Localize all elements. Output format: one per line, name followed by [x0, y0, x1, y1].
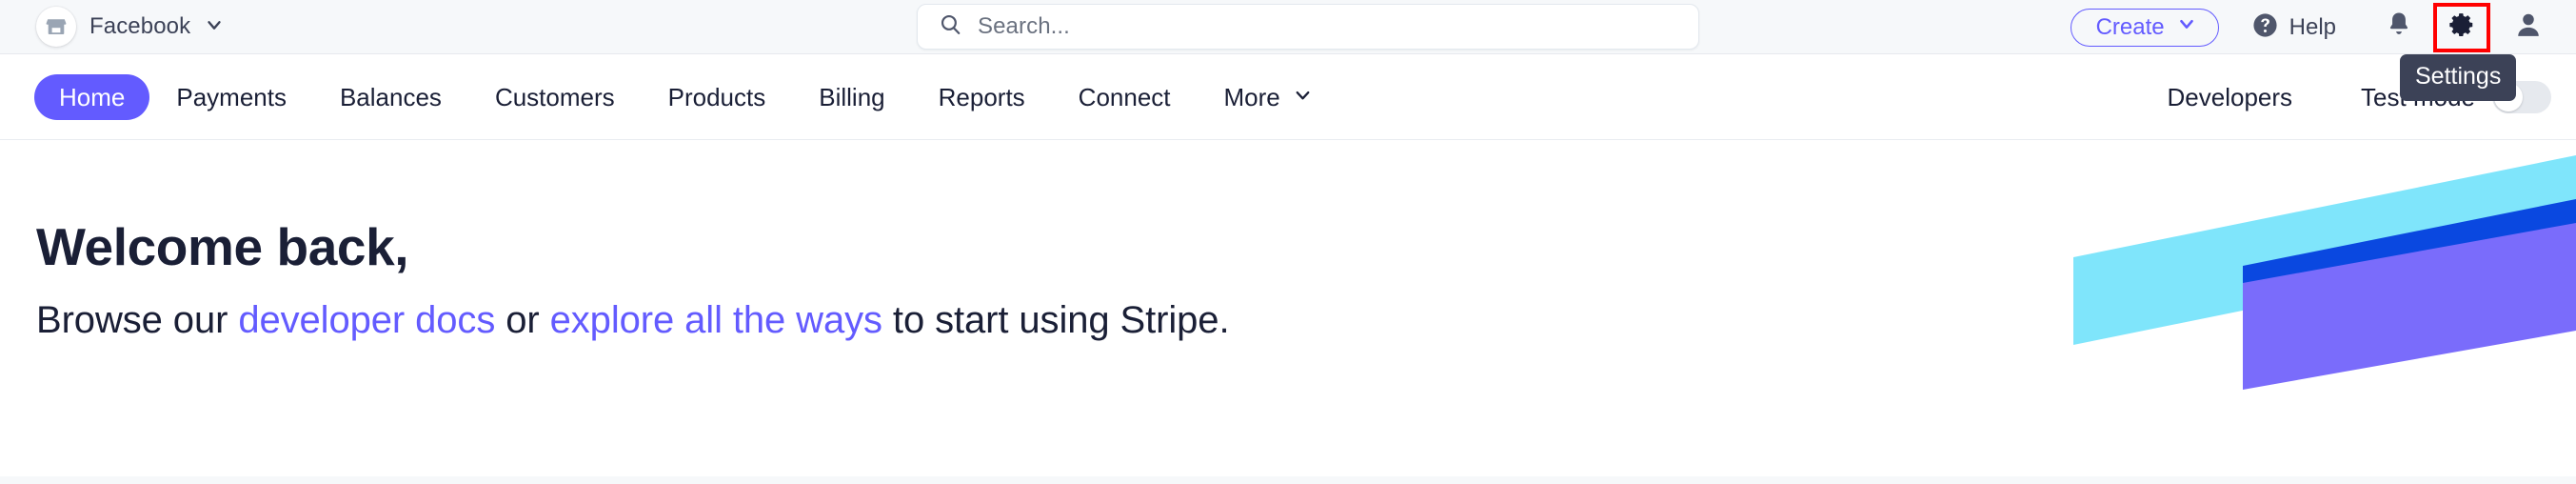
developers-link[interactable]: Developers: [2168, 83, 2293, 112]
top-bar-actions: Create Help: [2070, 0, 2576, 54]
subtitle-suffix: to start using Stripe.: [882, 299, 1230, 341]
help-button[interactable]: Help: [2251, 11, 2336, 44]
page-title: Welcome back,: [36, 217, 409, 276]
primary-nav: Home Payments Balances Customers Product…: [0, 54, 2576, 140]
nav-item-customers[interactable]: Customers: [468, 83, 642, 112]
explore-ways-link[interactable]: explore all the ways: [550, 299, 882, 341]
nav-item-label: Balances: [339, 82, 442, 111]
top-bar: Facebook Search... Create Help: [0, 0, 2576, 54]
bottom-strip: [0, 476, 2576, 484]
chevron-down-icon: [2176, 13, 2197, 41]
nav-items: Home Payments Balances Customers Product…: [34, 54, 1340, 140]
subtitle-prefix: Browse our: [36, 299, 239, 341]
user-avatar-icon: [2514, 10, 2543, 44]
search-input[interactable]: Search...: [917, 4, 1699, 50]
nav-item-home[interactable]: Home: [34, 74, 150, 120]
nav-item-balances[interactable]: Balances: [313, 83, 468, 112]
page-subtitle: Browse our developer docs or explore all…: [36, 299, 1230, 342]
nav-item-more[interactable]: More: [1198, 83, 1340, 112]
chevron-down-icon: [204, 14, 225, 40]
merchant-name: Facebook: [89, 13, 191, 39]
nav-item-connect[interactable]: Connect: [1052, 83, 1198, 112]
nav-item-label: Customers: [494, 82, 615, 111]
notifications-button[interactable]: [2372, 5, 2426, 50]
help-label: Help: [2289, 13, 2336, 40]
settings-button[interactable]: [2433, 2, 2490, 52]
nav-item-label: Home: [59, 82, 126, 111]
developer-docs-link[interactable]: developer docs: [238, 299, 495, 341]
nav-item-label: Payments: [176, 82, 287, 111]
main-content: Welcome back, Browse our developer docs …: [0, 140, 2576, 476]
storefront-icon: [36, 7, 76, 47]
merchant-switcher[interactable]: Facebook: [36, 7, 225, 47]
help-circle-icon: [2251, 11, 2279, 44]
search-icon: [939, 12, 962, 41]
settings-tooltip: Settings: [2400, 54, 2517, 102]
gear-icon: [2447, 10, 2476, 44]
search-container[interactable]: Search...: [917, 4, 1699, 50]
nav-item-reports[interactable]: Reports: [912, 83, 1052, 112]
nav-item-label: More: [1223, 82, 1280, 111]
create-button[interactable]: Create: [2070, 8, 2219, 47]
bell-icon: [2386, 10, 2412, 44]
nav-item-products[interactable]: Products: [642, 83, 793, 112]
nav-item-label: Billing: [819, 82, 885, 111]
chevron-down-icon: [1292, 83, 1314, 112]
account-button[interactable]: [2502, 5, 2555, 50]
nav-item-billing[interactable]: Billing: [792, 83, 911, 112]
nav-item-label: Reports: [938, 82, 1025, 111]
ribbon-graphic: [2005, 140, 2576, 476]
subtitle-middle: or: [495, 299, 550, 341]
nav-item-label: Connect: [1078, 82, 1171, 111]
search-placeholder: Search...: [978, 13, 1070, 39]
create-button-label: Create: [2095, 13, 2165, 40]
nav-item-label: Products: [667, 82, 766, 111]
nav-item-payments[interactable]: Payments: [149, 83, 313, 112]
